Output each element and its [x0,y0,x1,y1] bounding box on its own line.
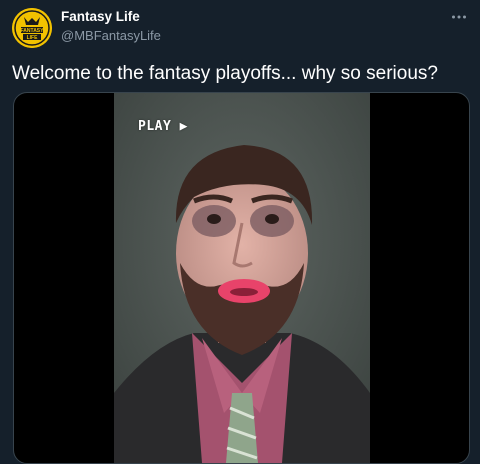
svg-text:LIFE: LIFE [27,35,38,41]
fantasy-life-logo-icon[interactable]: FANTASY LIFE [12,8,52,48]
video-frame[interactable]: PLAY ▶ [114,93,370,463]
tweet-text: Welcome to the fantasy playoffs... why s… [12,63,438,84]
author-handle[interactable]: @MBFantasyLife [61,28,161,43]
video-play-overlay: PLAY ▶ [138,119,188,134]
video-thumbnail [114,93,370,463]
tweet: FANTASY LIFE Fantasy Life @MBFantasyLife… [0,0,480,464]
more-dots-icon[interactable] [450,8,468,26]
author-name[interactable]: Fantasy Life [61,9,140,24]
svg-text:FANTASY: FANTASY [21,28,45,34]
video-player[interactable]: PLAY ▶ [13,92,470,464]
